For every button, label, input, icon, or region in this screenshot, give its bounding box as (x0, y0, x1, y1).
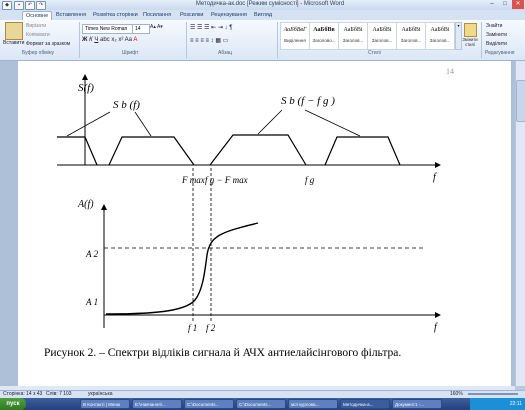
top-x-label: f (433, 172, 437, 183)
a2-label: A 2 (85, 249, 99, 259)
top-y-label: S(f) (78, 82, 94, 94)
zoom-slider[interactable] (468, 393, 518, 395)
zoom-level[interactable]: 160% (450, 390, 463, 398)
spectrum-baseband (108, 136, 195, 166)
label-pointer (134, 111, 152, 137)
taskbar-item[interactable]: В Контакті | Меню (80, 399, 130, 409)
bottom-x-label: f (434, 322, 438, 333)
figure-caption: Рисунок 2. – Спектри відліків сигнала й … (44, 347, 402, 359)
taskbar-item[interactable]: Документ1 -... (392, 399, 442, 409)
filter-response-curve (105, 222, 259, 315)
system-tray-clock[interactable]: 22:11 (470, 398, 525, 410)
spectrum-image-1 (209, 134, 307, 166)
a1-label: A 1 (85, 297, 98, 307)
tick-fg: f g (305, 175, 315, 185)
label-pointer (257, 109, 283, 135)
label-pointer (66, 111, 111, 137)
f2-label: f 2 (206, 323, 216, 333)
taskbar-item[interactable]: Е:\Навчання\... (132, 399, 182, 409)
start-button[interactable]: пуск (0, 398, 26, 410)
taskbar-item[interactable]: C:\Documents... (236, 399, 286, 409)
spectrum-label-2: S b (f − f g ) (281, 95, 335, 107)
status-words[interactable]: Слів: 7 103 (46, 390, 72, 398)
spectrum-left (57, 136, 98, 166)
taskbar-item[interactable]: мої курсова... (288, 399, 338, 409)
scrollbar-thumb[interactable] (516, 80, 525, 122)
taskbar-item[interactable]: C:\Documents... (184, 399, 234, 409)
status-page[interactable]: Сторінка: 14 з 43 (3, 390, 42, 398)
spectrum-label-1: S b (f) (113, 99, 140, 111)
f1-label: f 1 (188, 323, 197, 333)
status-language[interactable]: українська (88, 390, 113, 398)
taskbar-item[interactable]: Методичка-а... (340, 399, 390, 409)
label-pointer (304, 109, 361, 137)
bottom-y-label: A(f) (77, 199, 94, 210)
spectrum-image-2 (324, 136, 401, 166)
